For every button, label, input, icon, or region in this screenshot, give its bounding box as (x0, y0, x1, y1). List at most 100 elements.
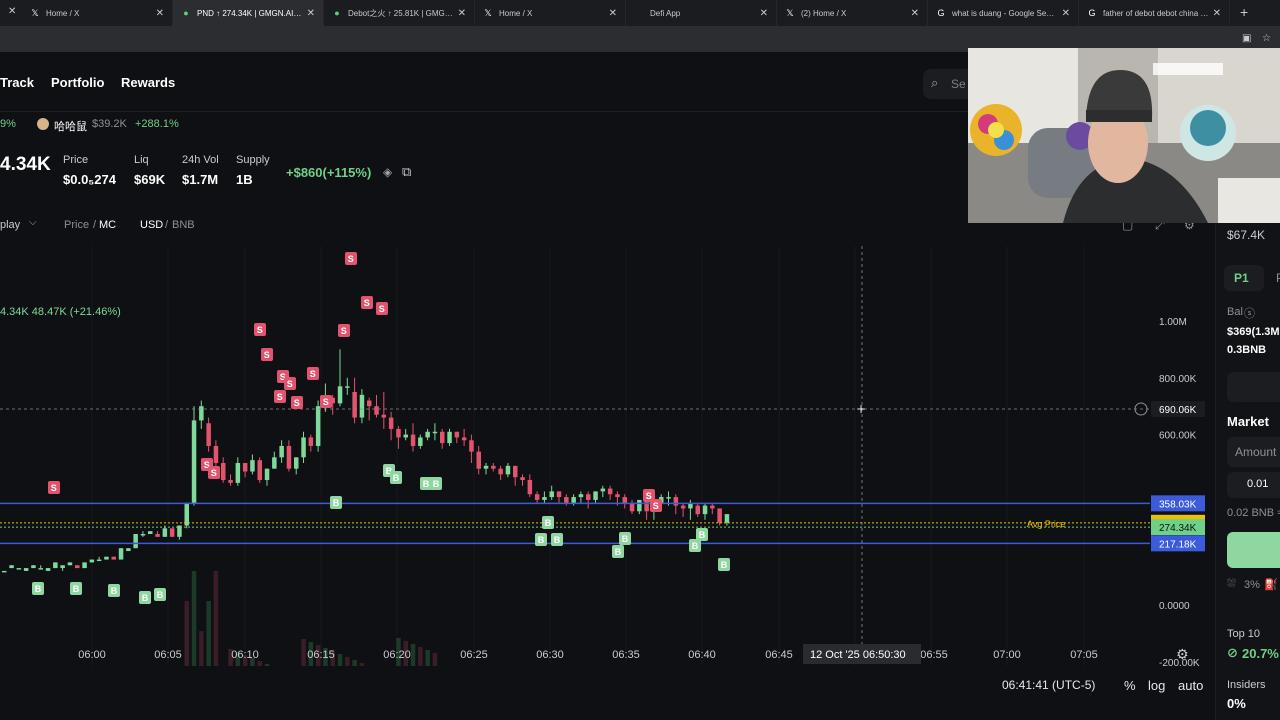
buy-marker-label: B (615, 547, 622, 557)
insiders-value: 0% (1227, 696, 1246, 711)
nav-rewards[interactable]: Rewards (121, 75, 175, 90)
close-tab-icon[interactable]: ✕ (156, 8, 164, 19)
candle-body (673, 497, 679, 506)
auto-toggle[interactable]: auto (1178, 678, 1203, 693)
close-tab-icon[interactable]: ✕ (8, 6, 16, 17)
side-input-box[interactable] (1227, 372, 1280, 402)
top10-label: Top 10 (1227, 628, 1261, 640)
toggle-divider: / (93, 219, 97, 231)
nav-portfolio[interactable]: Portfolio (51, 75, 104, 90)
candle-body (505, 465, 511, 475)
toggle-mc[interactable]: MC (99, 219, 116, 231)
percent-toggle[interactable]: % (1124, 678, 1136, 693)
stat-supply-value: 1B (236, 172, 253, 187)
browser-tab[interactable]: ● PND ↑ 274.34K | GMGN.AI Fast ✕ (173, 0, 324, 26)
browser-tab[interactable]: ● Debot之火 ↑ 25.81K | GMGN.AI ✕ (324, 0, 475, 26)
candle-body (717, 508, 722, 523)
insiders-label: Insiders (1227, 679, 1266, 691)
close-tab-icon[interactable]: ✕ (1062, 8, 1070, 19)
candle-body (367, 400, 372, 407)
candle-body (637, 499, 642, 512)
candle-body (16, 568, 22, 570)
share-icon[interactable]: ⧉ (402, 164, 411, 180)
side-tab-p1[interactable]: P1 (1224, 265, 1264, 291)
candle-body (242, 463, 248, 472)
candle-body (111, 556, 116, 560)
side-mcap: $67.4K (1227, 228, 1266, 242)
side-tab-p2[interactable]: P (1276, 271, 1280, 285)
candle-body (228, 480, 233, 483)
close-tab-icon[interactable]: ✕ (609, 8, 617, 19)
balance-bnb: 0.3BNB (1227, 344, 1267, 356)
browser-tab[interactable]: Defi App ✕ (626, 0, 777, 26)
tab-list: 𝕏 Home / X ✕ ● PND ↑ 274.34K | GMGN.AI Fast ✕… (22, 0, 1230, 26)
nav-track[interactable]: Track (0, 75, 34, 90)
browser-tab[interactable]: 𝕏 Home / X ✕ (22, 0, 173, 26)
x-tick-label: 06:30 (536, 649, 564, 661)
stat-supply-label: Supply (236, 154, 270, 166)
sell-marker-label: S (323, 397, 329, 407)
candle-body (162, 528, 168, 537)
browser-tab[interactable]: 𝕏 (2) Home / X ✕ (777, 0, 928, 26)
ticker-strip: 9% 哈哈鼠 $39.2K +288.1% (0, 112, 1000, 138)
buy-marker-label: B (423, 479, 430, 489)
tab-label: Defi App (650, 8, 681, 18)
close-tab-icon[interactable]: ✕ (307, 8, 315, 19)
webcam-overlay (968, 48, 1280, 223)
market-order-tab[interactable]: Market (1227, 414, 1269, 429)
new-tab-button[interactable]: + (1240, 4, 1248, 20)
tab-favicon-icon: ● (334, 8, 340, 18)
candle-body (337, 386, 343, 404)
x-tick-label: 06:35 (612, 649, 640, 661)
buy-marker-label: B (699, 530, 706, 540)
chart-toolbar: play ⌵ Price / MC USD / BNB (0, 212, 1000, 238)
y-tick-label: 0.0000 (1159, 601, 1190, 612)
close-tab-icon[interactable]: ✕ (760, 8, 768, 19)
webcam-video (968, 48, 1280, 223)
candle-body (564, 497, 569, 503)
display-dropdown[interactable]: play (0, 219, 20, 231)
toggle-price[interactable]: Price (64, 219, 89, 231)
toggle-usd[interactable]: USD (140, 219, 163, 231)
y-tick-label: 1.00M (1159, 317, 1187, 328)
candle-body (104, 556, 109, 560)
candle-body (615, 494, 620, 498)
candle-body (702, 505, 708, 515)
token-stats: 4.34K Price $0.0₅274 Liq $69K 24h Vol $1… (0, 144, 1000, 194)
browser-tab[interactable]: Gfather of debot debot china - G ✕ (1079, 0, 1230, 26)
amount-label-box[interactable]: Amount (1227, 437, 1280, 467)
candle-body (75, 565, 80, 569)
candle-body (476, 451, 481, 469)
candle-body (89, 559, 95, 563)
close-tab-icon[interactable]: ✕ (1213, 8, 1221, 19)
ticker-token-name[interactable]: 哈哈鼠 (54, 118, 87, 134)
chart-canvas[interactable]: 4.34K 48.47K (+21.46%) Avg Price + 690.06K 1… (0, 246, 1215, 692)
buy-button[interactable] (1227, 532, 1280, 568)
candle-body (286, 445, 292, 469)
candle-body (264, 468, 270, 481)
close-tab-icon[interactable]: ✕ (911, 8, 919, 19)
crosshair-price-label: 690.06K (1159, 405, 1197, 416)
close-tab-icon[interactable]: ✕ (458, 8, 466, 19)
screenshot-icon[interactable]: ▣ (1242, 33, 1251, 44)
stat-liquidity: Liq $69K (134, 154, 165, 187)
toggle-bnb[interactable]: BNB (172, 219, 195, 231)
browser-tab[interactable]: 𝕏 Home / X ✕ (475, 0, 626, 26)
candle-body (593, 491, 598, 500)
candle-body (534, 494, 540, 500)
search-icon: ⌕ (931, 75, 939, 90)
candle-body (294, 457, 299, 469)
chevron-down-icon[interactable]: ⌵ (29, 217, 37, 228)
buy-marker-label: B (35, 584, 42, 594)
candle-body (345, 386, 350, 388)
browser-tab[interactable]: Gwhat is duang - Google Search ✕ (928, 0, 1079, 26)
price-chart[interactable]: 4.34K 48.47K (+21.46%) Avg Price +690.06K 1… (0, 246, 1215, 692)
bookmark-star-icon[interactable]: ☆ (1262, 33, 1271, 44)
ticker-prev-change: 9% (0, 118, 16, 130)
amount-preset-box[interactable]: 0.01 (1227, 472, 1280, 498)
eye-icon[interactable]: ◈ (383, 165, 392, 179)
log-toggle[interactable]: log (1148, 678, 1165, 693)
chart-settings-gear-icon[interactable]: ⚙ (1176, 646, 1189, 663)
chart-time-zone[interactable]: 06:41:41 (UTC-5) (1002, 678, 1095, 692)
candle-body (607, 488, 613, 495)
